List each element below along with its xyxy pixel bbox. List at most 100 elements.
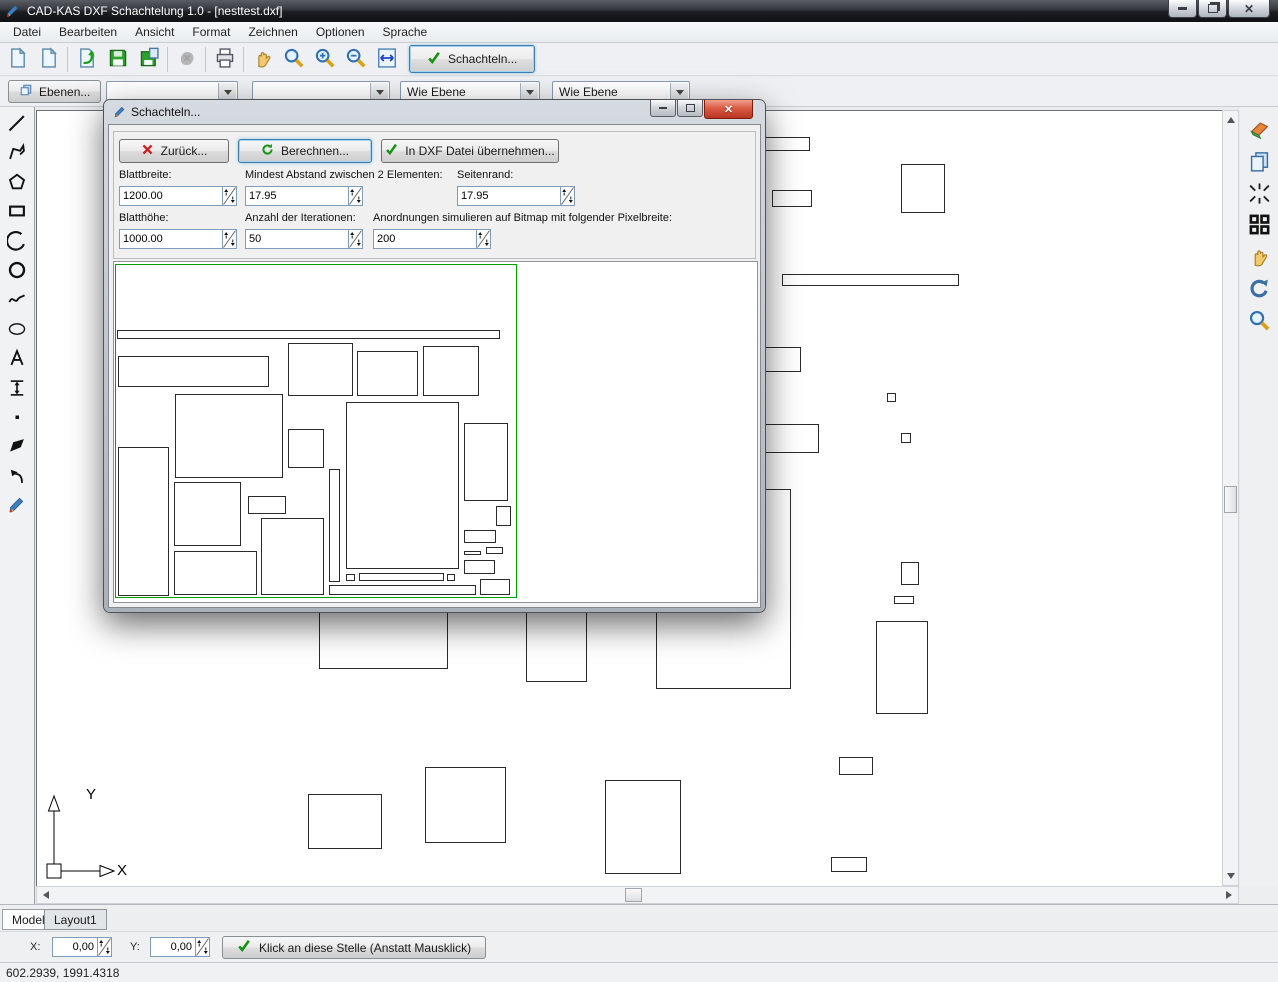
- restore-button[interactable]: [1198, 0, 1227, 18]
- blattbreite-spinner[interactable]: [222, 186, 237, 206]
- eraser-view-button[interactable]: [1246, 118, 1272, 144]
- save-as-button[interactable]: [133, 45, 164, 74]
- pixelbreite-input[interactable]: [373, 229, 477, 249]
- menu-bearbeiten[interactable]: Bearbeiten: [50, 22, 126, 42]
- iterationen-spinner[interactable]: [348, 229, 363, 249]
- menu-ansicht[interactable]: Ansicht: [126, 22, 183, 42]
- menu-format[interactable]: Format: [183, 22, 239, 42]
- scroll-right-button[interactable]: [1222, 887, 1236, 903]
- y-coordinate-input[interactable]: [150, 937, 196, 957]
- menu-zeichnen[interactable]: Zeichnen: [239, 22, 306, 42]
- blattbreite-input[interactable]: [119, 186, 223, 206]
- scroll-left-button[interactable]: [39, 887, 53, 903]
- blattbreite-label: Blattbreite:: [119, 169, 172, 181]
- view-toolbar: [1240, 107, 1278, 904]
- dropdown-arrow-button[interactable]: [218, 83, 236, 101]
- dialog-minimize-button[interactable]: [650, 100, 676, 117]
- print-button[interactable]: [209, 45, 240, 74]
- open-file-button[interactable]: [71, 45, 102, 74]
- click-here-button[interactable]: Klick an diese Stelle (Anstatt Mausklick…: [222, 936, 486, 959]
- tab-layout1[interactable]: Layout1: [44, 909, 107, 930]
- y-spinner[interactable]: [195, 937, 210, 957]
- iterationen-input[interactable]: [245, 229, 349, 249]
- nested-part-rect: [288, 429, 324, 468]
- toolbar-separator: [67, 47, 68, 72]
- abstand-input[interactable]: [245, 186, 349, 206]
- scroll-up-button[interactable]: [1223, 113, 1238, 127]
- dropdown-arrow-button[interactable]: [520, 83, 538, 101]
- fit-width-button[interactable]: [371, 45, 402, 74]
- zoom-in-button[interactable]: [309, 45, 340, 74]
- arc-tool-button[interactable]: [5, 230, 29, 254]
- berechnen-button[interactable]: Berechnen...: [238, 139, 372, 163]
- shape-rect: [831, 857, 867, 872]
- rectangle-tool-button[interactable]: [5, 200, 29, 224]
- dialog-maximize-button[interactable]: [677, 100, 703, 117]
- save-button[interactable]: [102, 45, 133, 74]
- inactive-tool-button[interactable]: [171, 45, 202, 74]
- new-file-alt-button[interactable]: [33, 45, 64, 74]
- x-coordinate-input[interactable]: [52, 937, 98, 957]
- pixelbreite-label: Anordnungen simulieren auf Bitmap mit fo…: [373, 212, 672, 224]
- spline-icon: [7, 289, 27, 312]
- iterationen-label: Anzahl der Iterationen:: [245, 212, 356, 224]
- dimension-tool-button[interactable]: [5, 377, 29, 401]
- horizontal-scroll-thumb[interactable]: [625, 888, 642, 902]
- menu-sprache[interactable]: Sprache: [374, 22, 437, 42]
- brush-tool-button[interactable]: [5, 494, 29, 518]
- spline-tool-button[interactable]: [5, 288, 29, 312]
- titlebar: CAD-KAS DXF Schachtelung 1.0 - [nesttest…: [0, 0, 1278, 22]
- new-file-button[interactable]: [2, 45, 33, 74]
- zurueck-button[interactable]: Zurück...: [119, 139, 229, 163]
- seitenrand-spinner[interactable]: [560, 186, 575, 206]
- uebernehmen-button[interactable]: In DXF Datei übernehmen...: [381, 139, 559, 163]
- shape-rect: [901, 433, 911, 443]
- polyline-tool-button[interactable]: [5, 141, 29, 165]
- point-tool-button[interactable]: [5, 406, 29, 430]
- close-button[interactable]: ✕: [1228, 0, 1270, 18]
- blatthoehe-spinner[interactable]: [222, 229, 237, 249]
- polygon-tool-button[interactable]: [5, 171, 29, 195]
- abstand-spinner[interactable]: [348, 186, 363, 206]
- vertical-scrollbar[interactable]: [1222, 110, 1239, 886]
- collapse-view-button[interactable]: [1246, 182, 1272, 208]
- layer-dropdown-4-value: Wie Ebene: [559, 85, 618, 99]
- rotate-view-button[interactable]: [1246, 277, 1272, 303]
- pan-hand-button[interactable]: [247, 45, 278, 74]
- vertical-scroll-thumb[interactable]: [1224, 486, 1237, 513]
- pan-hand-view-button[interactable]: [1246, 245, 1272, 271]
- blatthoehe-input[interactable]: [119, 229, 223, 249]
- minimize-button[interactable]: [1168, 0, 1197, 18]
- nested-part-rect: [261, 518, 324, 595]
- ellipse-tool-button[interactable]: [5, 318, 29, 342]
- text-tool-button[interactable]: [5, 347, 29, 371]
- menu-optionen[interactable]: Optionen: [307, 22, 374, 42]
- nested-part-rect: [486, 547, 503, 554]
- pixelbreite-spinner[interactable]: [476, 229, 491, 249]
- grid-tiles-icon: [1248, 213, 1271, 239]
- dialog-close-button[interactable]: ✕: [704, 100, 753, 119]
- nested-part-rect: [118, 356, 269, 387]
- zoom-view-button[interactable]: [1246, 309, 1272, 335]
- grid-tiles-view-button[interactable]: [1246, 213, 1272, 239]
- arrow-tool-button[interactable]: [5, 465, 29, 489]
- nested-part-rect: [464, 551, 481, 555]
- dropdown-arrow-button[interactable]: [670, 83, 688, 101]
- solid-fill-tool-button[interactable]: [5, 435, 29, 459]
- seitenrand-input[interactable]: [457, 186, 561, 206]
- x-spinner[interactable]: [97, 937, 112, 957]
- menu-datei[interactable]: Datei: [4, 22, 50, 42]
- dropdown-arrow-button[interactable]: [370, 83, 388, 101]
- copy-pages-view-button[interactable]: [1246, 150, 1272, 176]
- zoom-out-button[interactable]: [340, 45, 371, 74]
- scroll-down-button[interactable]: [1223, 869, 1238, 883]
- polygon-icon: [7, 172, 27, 195]
- dialog-body: Zurück... Berechnen... In DXF Datei über…: [108, 124, 761, 608]
- schachteln-button[interactable]: Schachteln...: [409, 45, 535, 73]
- ebenen-button[interactable]: Ebenen...: [8, 80, 101, 103]
- circle-tool-button[interactable]: [5, 259, 29, 283]
- x-coordinate-label: X:: [30, 941, 40, 953]
- zoom-button[interactable]: [278, 45, 309, 74]
- horizontal-scrollbar[interactable]: [36, 886, 1239, 904]
- line-tool-button[interactable]: [5, 112, 29, 136]
